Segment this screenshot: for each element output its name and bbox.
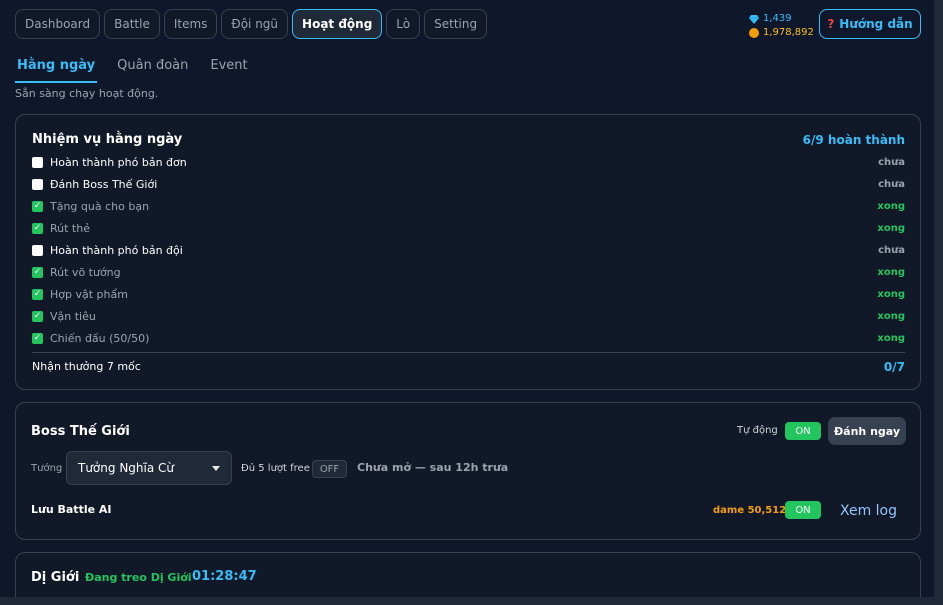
gold-count: 1,978,892 [763,27,814,38]
task-label: Rút võ tướng [50,265,121,279]
subtab-event[interactable]: Event [208,56,249,83]
task-status: xong [877,288,905,300]
task-label: Tặng quà cho bạn [50,199,150,213]
divider [32,352,905,353]
damage-value: dame 50,512 [713,505,787,516]
nav-tab-activity[interactable]: Hoạt động [292,9,383,39]
task-row[interactable]: ✓ Tặng quà cho bạn xong [32,196,905,216]
boss-title: Boss Thế Giới [31,424,130,439]
currency-panel: 1,439 1,978,892 [749,12,814,40]
subtab-legion[interactable]: Quân đoàn [115,56,190,83]
task-row[interactable]: Hoàn thành phó bản đội chưa [32,240,905,260]
status-text: Sẵn sàng chạy hoạt động. [15,87,159,100]
task-status: xong [877,222,905,234]
free-turns-toggle[interactable]: OFF [312,460,347,478]
nav-tab-dashboard[interactable]: Dashboard [15,9,101,39]
task-label: Hoàn thành phó bản đơn [50,155,187,169]
checkbox-unchecked[interactable] [32,156,43,168]
task-status: xong [877,200,905,212]
nav-tab-team[interactable]: Đội ngũ [221,9,289,39]
auto-label: Tự động [737,425,778,436]
task-row[interactable]: ✓ Hợp vật phẩm xong [32,284,905,304]
checkbox-unchecked[interactable] [32,244,43,256]
di-gioi-card: Dị Giới Đang treo Dị Giới 01:28:47 [15,552,921,597]
checkbox-checked[interactable]: ✓ [32,332,43,344]
top-nav: Dashboard Battle Items Đội ngũ Hoạt động… [15,9,488,39]
gem-count: 1,439 [763,13,792,24]
task-label: Rút thẻ [50,221,90,235]
task-label: Chiến đấu (50/50) [50,331,150,345]
diamond-icon [749,15,759,24]
sub-tabs: Hằng ngày Quân đoàn Event [15,56,250,83]
app-frame: Dashboard Battle Items Đội ngũ Hoạt động… [0,0,934,597]
nav-tab-battle[interactable]: Battle [104,9,160,39]
di-gioi-title: Dị Giới [31,570,80,585]
checkbox-checked[interactable]: ✓ [32,288,43,300]
task-row[interactable]: Đánh Boss Thế Giới chưa [32,174,905,194]
fight-now-button[interactable]: Đánh ngay [828,417,906,445]
nav-tab-items[interactable]: Items [163,9,218,39]
di-gioi-timer: 01:28:47 [192,569,257,584]
task-label: Hoàn thành phó bản đội [50,243,183,257]
task-row[interactable]: ✓ Vận tiêu xong [32,306,905,326]
general-label: Tướng [31,463,63,474]
daily-title: Nhiệm vụ hằng ngày [32,132,183,147]
general-select[interactable]: Tưởng Nghĩa Cừ [66,451,232,485]
nav-tab-setting[interactable]: Setting [424,9,488,39]
task-status: chưa [878,156,905,168]
guide-label: Hướng dẫn [839,17,913,31]
task-row[interactable]: ✓ Rút võ tướng xong [32,262,905,282]
view-log-button[interactable]: Xem log [840,503,897,519]
reward-count: 0/7 [883,360,905,374]
battle-ai-toggle[interactable]: ON [785,501,821,519]
reward-label[interactable]: Nhận thưởng 7 mốc [32,360,141,373]
checkbox-checked[interactable]: ✓ [32,200,43,212]
task-row[interactable]: ✓ Rút thẻ xong [32,218,905,238]
task-label: Vận tiêu [50,309,96,323]
checkbox-checked[interactable]: ✓ [32,222,43,234]
di-gioi-status: Đang treo Dị Giới [85,571,192,584]
daily-progress: 6/9 hoàn thành [802,133,905,147]
task-status: xong [877,332,905,344]
background-log-strip [0,597,943,605]
task-status: chưa [878,244,905,256]
daily-tasks-card: Nhiệm vụ hằng ngày 6/9 hoàn thành Hoàn t… [15,114,921,390]
subtab-daily[interactable]: Hằng ngày [15,56,98,83]
task-status: chưa [878,178,905,190]
task-label: Hợp vật phẩm [50,287,128,301]
checkbox-unchecked[interactable] [32,178,43,190]
checkbox-checked[interactable]: ✓ [32,266,43,278]
task-label: Đánh Boss Thế Giới [50,177,158,191]
guide-button[interactable]: ? Hướng dẫn [819,9,921,39]
coin-icon [749,28,759,38]
auto-toggle[interactable]: ON [785,422,821,440]
task-row[interactable]: Hoàn thành phó bản đơn chưa [32,152,905,172]
task-status: xong [877,266,905,278]
checkbox-checked[interactable]: ✓ [32,310,43,322]
task-status: xong [877,310,905,322]
general-selected: Tưởng Nghĩa Cừ [78,461,174,475]
world-boss-card: Boss Thế Giới Tự động ON Đánh ngay Tướng… [15,402,921,540]
free-turns-label: Đủ 5 lượt free [241,463,310,474]
question-icon: ? [827,17,835,31]
battle-ai-title: Lưu Battle AI [31,503,112,516]
background-window-strip [934,0,943,605]
nav-tab-furnace[interactable]: Lò [386,9,421,39]
chevron-down-icon [212,466,220,471]
task-row[interactable]: ✓ Chiến đấu (50/50) xong [32,328,905,348]
open-info: Chưa mở — sau 12h trưa [357,461,509,474]
